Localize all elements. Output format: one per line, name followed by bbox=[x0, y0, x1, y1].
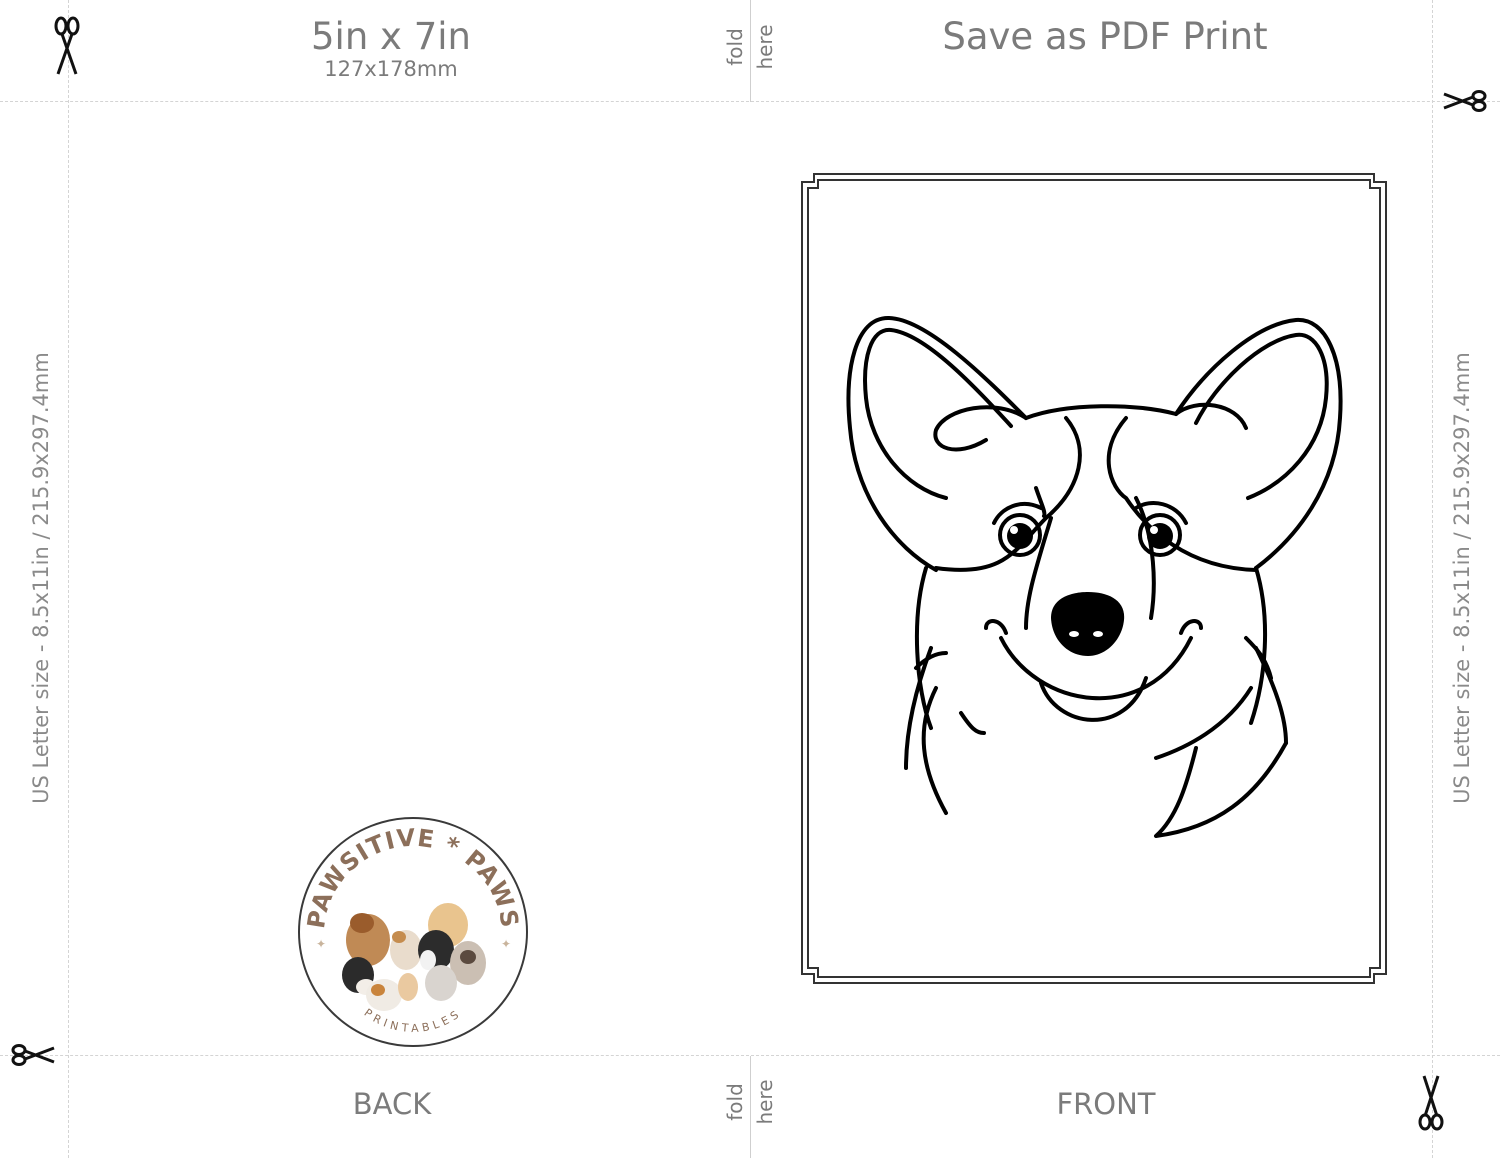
logo-sparkle-left-icon: ✦ bbox=[316, 937, 326, 951]
corgi-illustration bbox=[801, 173, 1387, 984]
side-size-label-left: US Letter size - 8.5x11in / 215.9x297.4m… bbox=[29, 352, 53, 804]
scissors-icon bbox=[11, 1044, 55, 1066]
pawsitive-paws-logo: PAWSITIVE * PAWS PRINTABLES ✦ ✦ bbox=[298, 817, 528, 1047]
fold-label-bottom: fold bbox=[723, 1083, 747, 1121]
right-cut-guide bbox=[1432, 0, 1433, 1158]
here-label-top: here bbox=[753, 24, 777, 70]
save-as-pdf-label: Save as PDF Print bbox=[942, 15, 1268, 58]
logo-sparkle-right-icon: ✦ bbox=[501, 937, 511, 951]
scissors-icon bbox=[1443, 90, 1487, 112]
top-fold-line bbox=[750, 0, 751, 102]
left-cut-guide bbox=[68, 0, 69, 1158]
here-label-bottom: here bbox=[753, 1079, 777, 1125]
bottom-fold-line bbox=[750, 1056, 751, 1158]
scissors-icon bbox=[54, 16, 80, 75]
back-label: BACK bbox=[352, 1087, 432, 1121]
card-size-mm: 127x178mm bbox=[324, 57, 458, 81]
front-label: FRONT bbox=[1056, 1087, 1156, 1121]
side-size-label-right: US Letter size - 8.5x11in / 215.9x297.4m… bbox=[1450, 352, 1474, 804]
fold-label-top: fold bbox=[723, 28, 747, 66]
card-size-title: 5in x 7in bbox=[311, 15, 471, 58]
scissors-icon bbox=[1418, 1075, 1444, 1131]
